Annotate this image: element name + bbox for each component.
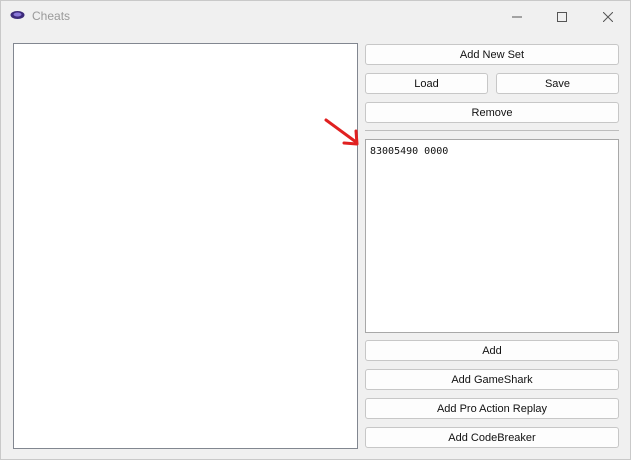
red-arrow-icon: [324, 118, 359, 146]
add-button[interactable]: Add: [365, 340, 619, 361]
remove-button[interactable]: Remove: [365, 102, 619, 123]
window-title: Cheats: [32, 9, 71, 23]
add-pro-action-replay-button[interactable]: Add Pro Action Replay: [365, 398, 619, 419]
title-bar: Cheats: [1, 1, 630, 32]
maximize-icon: [557, 11, 567, 22]
load-button[interactable]: Load: [365, 73, 488, 94]
add-gameshark-button[interactable]: Add GameShark: [365, 369, 619, 390]
minimize-button[interactable]: [494, 1, 540, 32]
close-button[interactable]: [585, 1, 631, 32]
minimize-icon: [512, 16, 522, 17]
close-icon: [603, 11, 613, 22]
add-new-set-button[interactable]: Add New Set: [365, 44, 619, 65]
code-editor[interactable]: 83005490 0000: [365, 139, 619, 333]
controller-icon: [10, 11, 25, 19]
save-button[interactable]: Save: [496, 73, 619, 94]
cheats-window: Cheats Add New Set Load Save Remove 8300…: [0, 0, 631, 460]
add-codebreaker-button[interactable]: Add CodeBreaker: [365, 427, 619, 448]
maximize-button[interactable]: [539, 1, 585, 32]
cheat-sets-list[interactable]: [13, 43, 358, 449]
divider: [365, 130, 619, 131]
code-text: 83005490 0000: [370, 146, 449, 157]
